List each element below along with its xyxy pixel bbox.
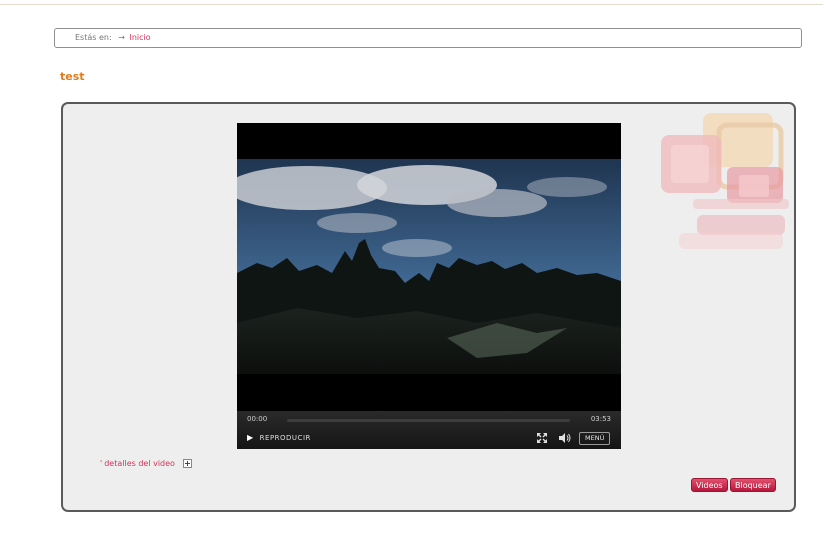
video-player[interactable]: 00:00 03:53 ▶ REPRODUCIR MENÚ bbox=[237, 123, 621, 449]
player-controls: 00:00 03:53 ▶ REPRODUCIR MENÚ bbox=[237, 411, 621, 449]
top-rule bbox=[0, 4, 823, 5]
play-label: REPRODUCIR bbox=[259, 433, 311, 442]
controls-button-row: ▶ REPRODUCIR MENÚ bbox=[237, 431, 621, 447]
decorative-squares-icon bbox=[661, 113, 789, 249]
video-frame[interactable] bbox=[237, 123, 621, 411]
videos-button[interactable]: Videos bbox=[691, 478, 728, 492]
breadcrumb-link-inicio[interactable]: Inicio bbox=[129, 33, 150, 42]
play-button[interactable]: ▶ REPRODUCIR bbox=[247, 433, 311, 442]
progress-bar[interactable] bbox=[287, 419, 570, 422]
bloquear-button[interactable]: Bloquear bbox=[730, 478, 776, 492]
details-label: detalles del video bbox=[104, 459, 175, 468]
page-title: test bbox=[60, 70, 85, 83]
time-row: 00:00 03:53 bbox=[237, 414, 621, 426]
expand-plus-icon[interactable] bbox=[182, 459, 192, 468]
video-panel: 00:00 03:53 ▶ REPRODUCIR MENÚ ' detalles… bbox=[61, 102, 796, 512]
menu-button[interactable]: MENÚ bbox=[579, 432, 611, 445]
video-still bbox=[237, 123, 621, 411]
breadcrumb-prefix: Estás en: bbox=[75, 33, 112, 42]
details-toggle[interactable]: ' detalles del video bbox=[100, 459, 192, 468]
bullet-mark-icon: ' bbox=[100, 459, 103, 468]
volume-icon[interactable] bbox=[558, 432, 572, 444]
breadcrumb: Estás en: → Inicio bbox=[54, 28, 802, 48]
play-icon: ▶ bbox=[247, 433, 254, 442]
breadcrumb-arrow-icon: → bbox=[118, 33, 125, 42]
duration: 03:53 bbox=[590, 415, 611, 423]
current-time: 00:00 bbox=[247, 415, 268, 423]
fullscreen-icon[interactable] bbox=[536, 432, 548, 444]
